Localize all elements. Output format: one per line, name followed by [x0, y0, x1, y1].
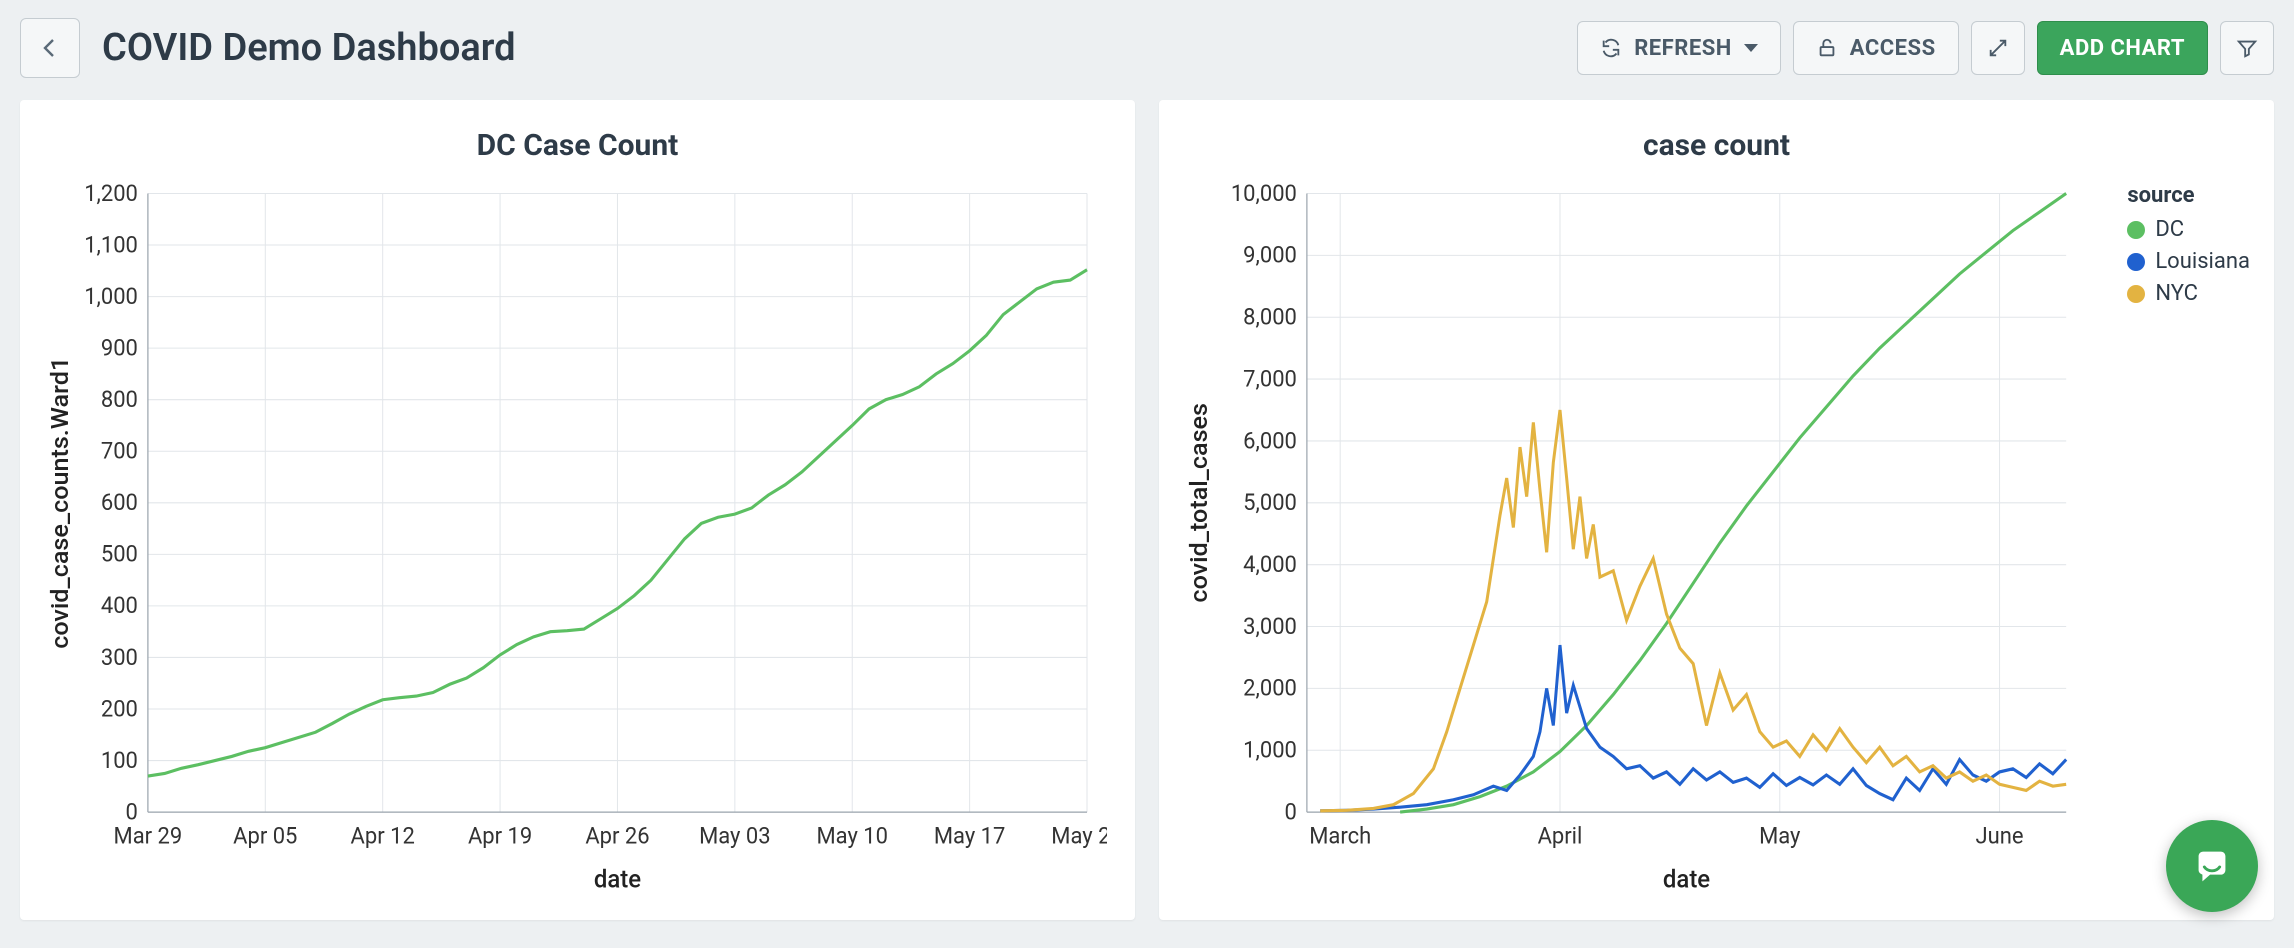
- refresh-button[interactable]: REFRESH: [1577, 21, 1781, 75]
- svg-text:Apr 12: Apr 12: [351, 822, 415, 850]
- svg-text:5,000: 5,000: [1243, 489, 1297, 517]
- svg-text:May 17: May 17: [934, 822, 1006, 850]
- svg-text:7,000: 7,000: [1243, 365, 1297, 393]
- add-chart-label: ADD CHART: [2060, 36, 2185, 61]
- svg-text:Apr 05: Apr 05: [233, 822, 297, 850]
- legend-label: Louisiana: [2155, 246, 2250, 278]
- chart-area[interactable]: 01002003004005006007008009001,0001,1001,…: [48, 183, 1107, 896]
- chart-svg: 0 1,000 2,000 3,000 4,000 5,000 6,000 7,000 8,00…: [1187, 183, 2246, 896]
- chart-card-casecount: case count 0 1,000 2,000 3,000 4,000 5,000 6,0…: [1159, 100, 2274, 920]
- svg-text:covid_case_counts.Ward1: covid_case_counts.Ward1: [48, 357, 74, 649]
- svg-text:200: 200: [101, 695, 138, 723]
- legend-label: DC: [2155, 214, 2184, 246]
- lock-icon: [1816, 37, 1838, 59]
- svg-text:June: June: [1976, 822, 2024, 850]
- toolbar-actions: REFRESH ACCESS ADD CHART: [1577, 21, 2274, 75]
- svg-text:date: date: [594, 864, 641, 894]
- svg-text:1,000: 1,000: [84, 282, 138, 310]
- svg-text:4,000: 4,000: [1243, 551, 1297, 579]
- svg-text:700: 700: [101, 437, 138, 465]
- access-label: ACCESS: [1850, 36, 1936, 61]
- svg-text:May 10: May 10: [816, 822, 888, 850]
- svg-text:500: 500: [101, 540, 138, 568]
- filter-icon: [2236, 37, 2258, 59]
- svg-text:300: 300: [101, 643, 138, 671]
- filter-button[interactable]: [2220, 21, 2274, 75]
- refresh-icon: [1600, 37, 1622, 59]
- svg-text:May: May: [1759, 822, 1801, 850]
- svg-text:Apr 26: Apr 26: [585, 822, 649, 850]
- svg-text:1,200: 1,200: [84, 183, 138, 207]
- svg-text:900: 900: [101, 334, 138, 362]
- svg-text:date: date: [1663, 864, 1710, 894]
- chat-fab[interactable]: [2166, 820, 2258, 912]
- legend-item[interactable]: Louisiana: [2127, 246, 2250, 278]
- svg-text:1,000: 1,000: [1243, 736, 1297, 764]
- svg-text:May 03: May 03: [699, 822, 771, 850]
- chart-card-dc: DC Case Count 01002003004005006007008009…: [20, 100, 1135, 920]
- svg-text:March: March: [1309, 822, 1371, 850]
- arrow-left-icon: [38, 36, 62, 60]
- svg-text:10,000: 10,000: [1231, 183, 1297, 207]
- svg-text:400: 400: [101, 592, 138, 620]
- svg-text:3,000: 3,000: [1243, 612, 1297, 640]
- chart-legend: source DCLouisianaNYC: [2127, 183, 2250, 310]
- expand-icon: [1987, 37, 2009, 59]
- svg-text:9,000: 9,000: [1243, 241, 1297, 269]
- svg-text:8,000: 8,000: [1243, 303, 1297, 331]
- chart-title: DC Case Count: [477, 128, 679, 163]
- charts-row: DC Case Count 0 100 200 300 400 500 600 700 800 9…: [20, 100, 2274, 920]
- add-chart-button[interactable]: ADD CHART: [2037, 21, 2208, 75]
- svg-text:2,000: 2,000: [1243, 674, 1297, 702]
- svg-text:600: 600: [101, 489, 138, 517]
- legend-item[interactable]: DC: [2127, 214, 2250, 246]
- legend-item[interactable]: NYC: [2127, 278, 2250, 310]
- svg-text:1,100: 1,100: [84, 231, 138, 259]
- page-title: COVID Demo Dashboard: [102, 26, 1555, 70]
- legend-swatch: [2127, 253, 2145, 271]
- legend-title: source: [2127, 183, 2250, 208]
- caret-down-icon: [1744, 44, 1758, 52]
- legend-swatch: [2127, 285, 2145, 303]
- svg-text:6,000: 6,000: [1243, 427, 1297, 455]
- chart-area[interactable]: 0 1,000 2,000 3,000 4,000 5,000 6,000 7,000 8,00…: [1187, 183, 2246, 896]
- svg-text:100: 100: [101, 746, 138, 774]
- chart-svg: 01002003004005006007008009001,0001,1001,…: [48, 183, 1107, 896]
- svg-text:0: 0: [1285, 798, 1297, 826]
- svg-text:April: April: [1538, 822, 1583, 850]
- legend-label: NYC: [2155, 278, 2198, 310]
- svg-text:May 24: May 24: [1051, 822, 1107, 850]
- back-button[interactable]: [20, 18, 80, 78]
- expand-button[interactable]: [1971, 21, 2025, 75]
- svg-text:covid_total_cases: covid_total_cases: [1187, 403, 1213, 603]
- svg-text:Apr 19: Apr 19: [468, 822, 532, 850]
- access-button[interactable]: ACCESS: [1793, 21, 1959, 75]
- chart-title: case count: [1643, 128, 1790, 163]
- svg-text:800: 800: [101, 386, 138, 414]
- svg-text:Mar 29: Mar 29: [114, 822, 183, 850]
- legend-swatch: [2127, 221, 2145, 239]
- chat-icon: [2189, 843, 2235, 889]
- toolbar: COVID Demo Dashboard REFRESH ACCESS ADD …: [20, 18, 2274, 78]
- refresh-label: REFRESH: [1634, 36, 1732, 61]
